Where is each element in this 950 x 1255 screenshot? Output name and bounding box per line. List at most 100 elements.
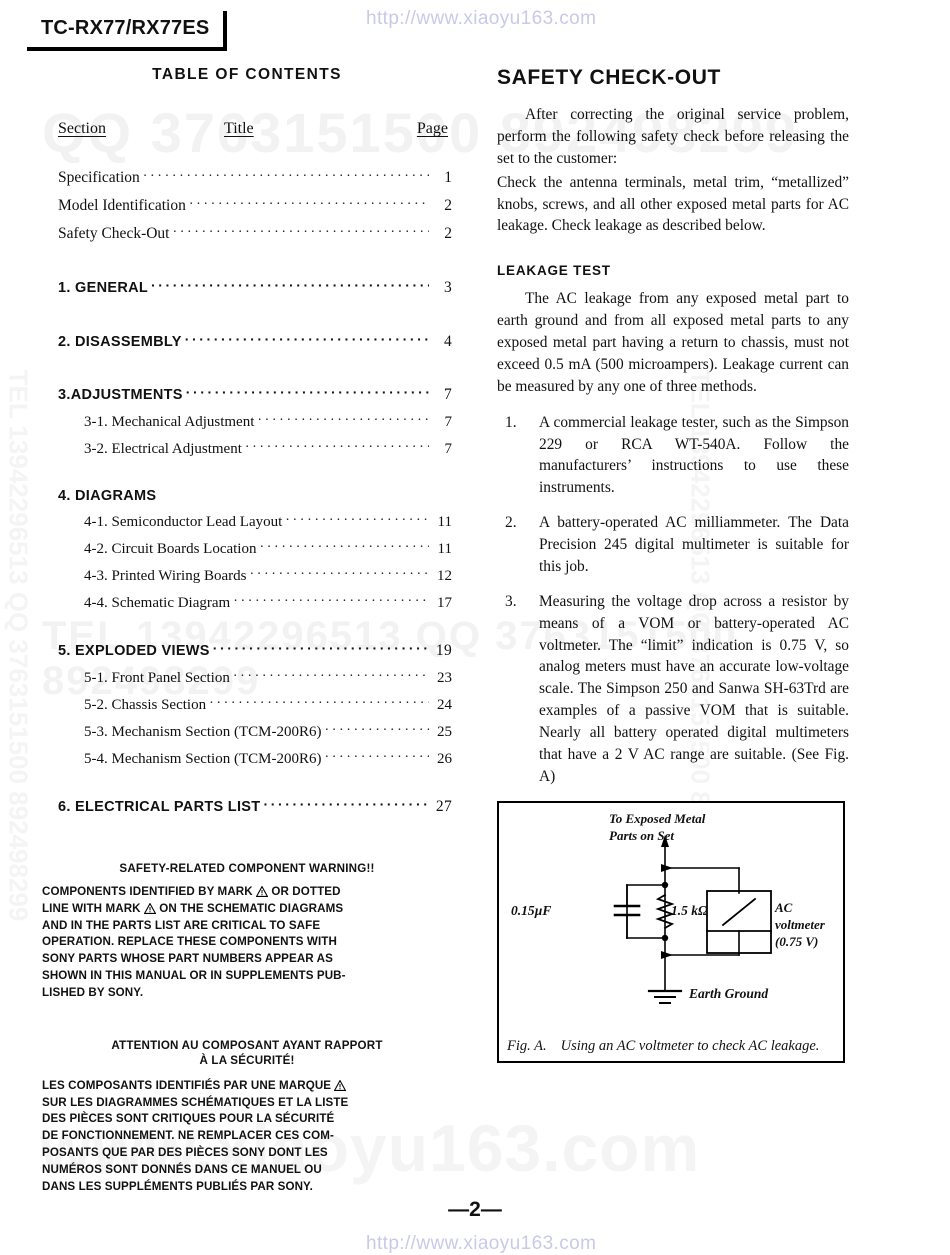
- toc-entry-label: 1. GENERAL: [58, 280, 149, 296]
- leakage-method-text: A battery-operated AC milliammeter. The …: [539, 514, 849, 575]
- safety-checkout-heading: SAFETY CHECK-OUT: [497, 66, 721, 89]
- toc-column-headers: Section Title Page: [42, 120, 452, 142]
- toc-entry[interactable]: 5. EXPLODED VIEWS ·······················…: [42, 641, 452, 659]
- toc-dot-leader: ········································…: [324, 750, 429, 765]
- toc-entry-label: 5. EXPLODED VIEWS: [58, 643, 210, 659]
- document-page: http://www.xiaoyu163.com http://www.xiao…: [0, 0, 950, 1254]
- toc-entry-label: 3-1. Mechanical Adjustment: [84, 413, 255, 430]
- toc-heading: TABLE OF CONTENTS: [152, 66, 342, 83]
- warning-line: DES PIÈCES SONT CRITIQUES POUR LA SÉCURI…: [42, 1112, 335, 1126]
- toc-spacer: [42, 623, 452, 643]
- safety-warning-french-heading-line2: À LA SÉCURITÉ!: [199, 1054, 295, 1068]
- watermark-url-top: http://www.xiaoyu163.com: [366, 8, 597, 29]
- toc-entry[interactable]: 5-1. Front Panel Section ················…: [42, 669, 452, 686]
- leakage-method-text: Measuring the voltage drop across a resi…: [539, 592, 849, 785]
- toc-entry-page: 11: [437, 541, 452, 557]
- toc-entry-label: 4-4. Schematic Diagram: [84, 595, 231, 611]
- figure-label-ac-voltmeter: AC voltmeter (0.75 V): [775, 899, 825, 950]
- figure-label-earth-ground: Earth Ground: [689, 985, 769, 1001]
- warning-line: LINE WITH MARK ON THE SCHEMATIC DIAGRAMS: [42, 901, 344, 915]
- toc-entry-page: 25: [437, 723, 452, 740]
- toc-entry[interactable]: 5-2. Chassis Section ····················…: [42, 696, 452, 713]
- toc-entry[interactable]: 4-3. Printed Wiring Boards ··············…: [42, 568, 452, 584]
- toc-entry[interactable]: Safety Check-Out ························…: [42, 226, 452, 242]
- figure-a-caption-text: Using an AC voltmeter to check AC leakag…: [560, 1037, 820, 1054]
- toc-entry-page: 2: [444, 197, 452, 214]
- toc-dot-leader: ········································…: [142, 170, 429, 184]
- safety-intro-paragraph-2: Check the antenna terminals, metal trim,…: [497, 173, 849, 235]
- safety-warning-french-heading-line1: ATTENTION AU COMPOSANT AYANT RAPPORT: [111, 1038, 383, 1052]
- safety-warning-english-body: COMPONENTS IDENTIFIED BY MARK OR DOTTED L…: [42, 884, 452, 1002]
- toc-entry-label: Safety Check-Out: [58, 225, 170, 242]
- toc-entry[interactable]: 5-4. Mechanism Section (TCM-200R6) ······…: [42, 750, 452, 767]
- safety-warning-french-body: LES COMPOSANTS IDENTIFIÉS PAR UNE MARQUE…: [42, 1078, 452, 1196]
- toc-entry[interactable]: 1. GENERAL ······························…: [42, 278, 452, 296]
- toc-entry[interactable]: 6. ELECTRICAL PARTS LIST ················…: [42, 797, 452, 815]
- toc-spacer: [42, 779, 452, 799]
- toc-dot-leader: ········································…: [249, 568, 429, 582]
- toc-entry-page: 7: [443, 386, 452, 403]
- toc-dot-leader: ········································…: [209, 696, 429, 711]
- toc-entry-label: 4-1. Semiconductor Lead Layout: [84, 514, 283, 530]
- toc-dot-leader: ········································…: [233, 595, 429, 609]
- toc-entry-page: 1: [444, 169, 452, 186]
- toc-dot-leader: ········································…: [212, 641, 429, 655]
- toc-dot-leader: ········································…: [324, 723, 429, 738]
- toc-dot-leader: ········································…: [185, 385, 429, 399]
- toc-dot-leader: ········································…: [257, 413, 429, 428]
- warning-line: DE FONCTIONNEMENT. NE REMPLACER CES COM-: [42, 1129, 334, 1143]
- toc-entry-page: 26: [437, 750, 452, 767]
- safety-intro-paragraph-1: After correcting the original service pr…: [497, 106, 849, 167]
- toc-dot-leader: ········································…: [184, 331, 429, 346]
- toc-header-page: Page: [416, 120, 448, 137]
- warning-line: LISHED BY SONY.: [42, 985, 144, 999]
- toc-entry-label: 4-2. Circuit Boards Location: [84, 541, 257, 557]
- toc-entry[interactable]: 3-2. Electrical Adjustment ··············…: [42, 441, 452, 457]
- toc-entry[interactable]: 4-2. Circuit Boards Location ············…: [42, 541, 452, 557]
- toc-entry-page: 23: [437, 669, 452, 686]
- toc-entry[interactable]: 4-4. Schematic Diagram ··················…: [42, 595, 452, 611]
- toc-entry[interactable]: 2. DISASSEMBLY ··························…: [42, 331, 452, 350]
- toc-entry-page: 19: [435, 642, 452, 659]
- model-header-box: TC-RX77/RX77ES: [27, 11, 227, 51]
- toc-entry[interactable]: Model Identification ····················…: [42, 198, 452, 214]
- figure-a-box: To Exposed Metal Parts on Set 0.15µF 1.5…: [497, 800, 845, 1063]
- toc-entry-label: 3.ADJUSTMENTS: [58, 387, 183, 403]
- toc-header-title: Title: [224, 120, 254, 137]
- toc-spacer: [42, 361, 452, 387]
- toc-entry-page: 12: [437, 568, 452, 584]
- toc-entry[interactable]: 4. DIAGRAMS: [42, 488, 452, 504]
- safety-warning-english: SAFETY-RELATED COMPONENT WARNING!! COMPO…: [42, 862, 452, 1002]
- toc-entry-page: 3: [443, 279, 452, 296]
- leakage-test-heading: LEAKAGE TEST: [497, 263, 611, 279]
- toc-entry[interactable]: 5-3. Mechanism Section (TCM-200R6) ······…: [42, 723, 452, 740]
- leakage-method-item: 1. A commercial leakage tester, such as t…: [497, 412, 849, 500]
- toc-entry-label: 4-3. Printed Wiring Boards: [84, 568, 247, 584]
- toc-dot-leader: ········································…: [151, 278, 429, 292]
- toc-entry[interactable]: Specification ···························…: [42, 170, 452, 186]
- toc-dot-leader: ········································…: [232, 669, 429, 684]
- warning-triangle-icon: [143, 902, 157, 914]
- figure-label-ac-voltmeter-line3: (0.75 V): [775, 933, 819, 949]
- leakage-method-number: 2.: [505, 514, 517, 532]
- toc-entry[interactable]: 4-1. Semiconductor Lead Layout ··········…: [42, 514, 452, 530]
- toc-dot-leader: ········································…: [285, 514, 429, 528]
- toc-entry-label: Specification: [58, 169, 140, 186]
- warning-line: SONY PARTS WHOSE PART NUMBERS APPEAR AS: [42, 952, 333, 966]
- toc-dot-leader: ········································…: [259, 541, 429, 555]
- leakage-method-text: A commercial leakage tester, such as the…: [539, 413, 849, 497]
- warning-triangle-icon: [255, 885, 269, 897]
- toc-spacer: [42, 308, 452, 334]
- figure-label-exposed-metal-line1: To Exposed Metal: [609, 810, 706, 826]
- toc-entry-label: 5-3. Mechanism Section (TCM-200R6): [84, 723, 322, 740]
- toc-spacer: [42, 254, 452, 280]
- toc-entry[interactable]: 3.ADJUSTMENTS ···························…: [42, 385, 452, 403]
- toc-entry-page: 11: [437, 514, 452, 530]
- safety-warning-english-heading: SAFETY-RELATED COMPONENT WARNING!!: [119, 862, 375, 875]
- warning-triangle-icon: [334, 1079, 347, 1091]
- model-title: TC-RX77/RX77ES: [41, 17, 210, 39]
- figure-label-resistor: 1.5 kΩ: [671, 902, 709, 918]
- toc-entry-page: 27: [435, 797, 452, 815]
- toc-entry[interactable]: 3-1. Mechanical Adjustment ··············…: [42, 413, 452, 430]
- figure-label-capacitor: 0.15µF: [511, 902, 552, 918]
